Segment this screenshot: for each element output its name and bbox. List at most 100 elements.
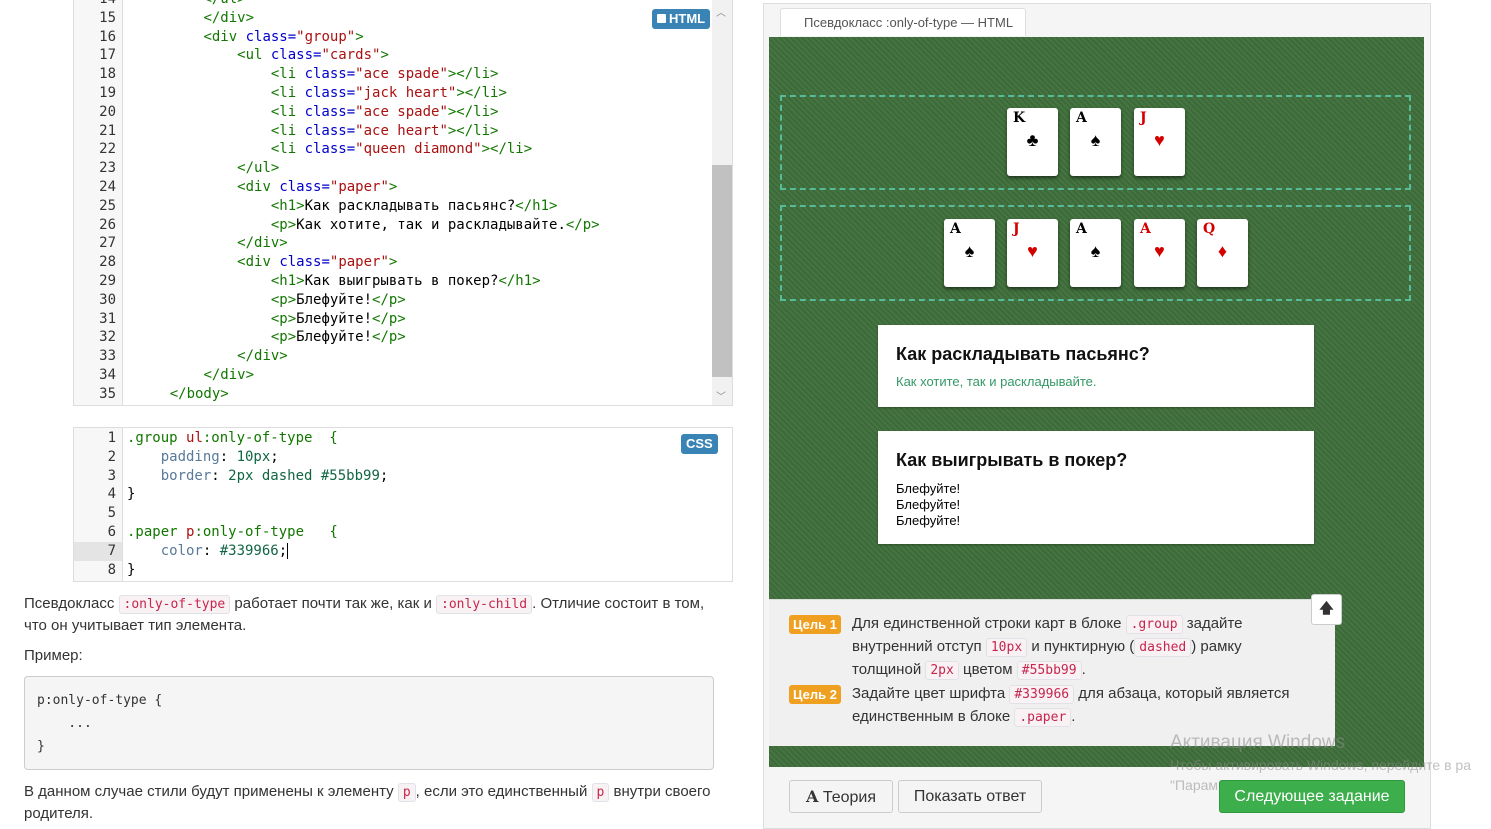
code-text: <p>Блефуйте!</p> bbox=[270, 329, 406, 346]
code-text: </ul> bbox=[136, 0, 245, 9]
code-text: <div class="paper"> bbox=[237, 179, 398, 195]
line-number: 14 bbox=[74, 0, 116, 9]
code-text: <div class="paper"> bbox=[237, 254, 398, 271]
goal-1-text: Для единственной строки карт в блоке .gr… bbox=[852, 615, 1243, 680]
line-number: 1 bbox=[107, 430, 116, 446]
scroll-up-icon[interactable]: ︿ bbox=[716, 4, 726, 19]
scroll-down-icon[interactable]: ﹀ bbox=[716, 388, 726, 403]
activation-watermark-title: Активация Windows bbox=[1170, 732, 1346, 753]
card-suit-icon: ♠ bbox=[1090, 130, 1101, 150]
card-suit-icon: ♦ bbox=[1217, 241, 1228, 261]
activation-watermark-text: Чтобы активировать Windows, перейдите в … bbox=[1170, 757, 1471, 773]
text-cursor bbox=[287, 542, 289, 559]
line-number: 4 bbox=[107, 486, 116, 503]
card-rank: Q bbox=[1203, 221, 1216, 237]
line-number: 32 bbox=[99, 329, 116, 346]
code-text: } bbox=[127, 561, 136, 578]
line-number: 7 bbox=[107, 542, 116, 559]
card-suit-icon: ♠ bbox=[1090, 241, 1101, 261]
line-number: 15 bbox=[99, 9, 116, 26]
example-code-block: p:only-of-type { ... } bbox=[24, 676, 714, 770]
code-text: <p>Блефуйте!</p> bbox=[270, 291, 406, 308]
code-text: <li class="ace spade"></li> bbox=[270, 66, 499, 83]
code-text: </body> bbox=[169, 385, 229, 402]
show-answer-button[interactable]: Показать ответ bbox=[898, 780, 1042, 813]
goal-2-badge: Цель 2 bbox=[789, 685, 841, 704]
line-number: 26 bbox=[99, 216, 116, 233]
line-number: 31 bbox=[99, 310, 116, 327]
line-number: 21 bbox=[99, 122, 116, 139]
activation-watermark-text: "Парам bbox=[1170, 777, 1219, 793]
code-text: <p>Блефуйте!</p> bbox=[270, 310, 406, 327]
line-number: 19 bbox=[99, 85, 116, 101]
goal-2-text: Задайте цвет шрифта #339966 для абзаца, … bbox=[852, 685, 1290, 727]
html-badge-label: HTML bbox=[669, 11, 706, 26]
paper-text: Блефуйте! bbox=[896, 497, 961, 512]
line-number: 22 bbox=[99, 141, 116, 158]
theory-button-label: Теория bbox=[822, 789, 877, 806]
line-number: 24 bbox=[99, 179, 116, 195]
theory-icon: A bbox=[805, 787, 819, 806]
code-text: </div> bbox=[203, 367, 255, 383]
code-text: <h1>Как раскладывать пасьянс?</h1> bbox=[270, 197, 558, 214]
next-task-button[interactable]: Следующее задание bbox=[1219, 780, 1405, 813]
code-text: padding: 10px; bbox=[127, 448, 279, 465]
example-line: ... bbox=[37, 716, 92, 731]
code-text: border: 2px dashed #55bb99; bbox=[127, 467, 389, 484]
css-badge-label: CSS bbox=[686, 436, 713, 451]
paper-title: Как раскладывать пасьянс? bbox=[896, 344, 1150, 364]
line-number: 6 bbox=[107, 524, 116, 540]
example-label: Пример: bbox=[24, 647, 83, 664]
code-text: </div> bbox=[203, 9, 255, 26]
paper-text: Как хотите, так и раскладывайте. bbox=[896, 374, 1097, 389]
playing-card: Q ♦ bbox=[1197, 219, 1248, 287]
line-number: 28 bbox=[99, 254, 116, 271]
line-number: 17 bbox=[99, 47, 116, 64]
card-rank: K bbox=[1013, 110, 1026, 126]
paper-1: Как раскладывать пасьянс? Как хотите, та… bbox=[878, 325, 1314, 407]
card-rank: A bbox=[950, 221, 961, 237]
line-number: 16 bbox=[99, 28, 116, 45]
code-text: <li class="ace heart"></li> bbox=[270, 122, 499, 139]
scrollbar-thumb[interactable] bbox=[712, 165, 732, 377]
line-number: 35 bbox=[99, 385, 116, 402]
playing-card: A ♥ bbox=[1134, 219, 1185, 287]
css-editor[interactable]: 1 .group ul:only-of-type {2 padding: 10px… bbox=[73, 427, 733, 582]
card-suit-icon: ♥ bbox=[1154, 241, 1165, 261]
code-text: </div> bbox=[237, 348, 288, 365]
paper-text: Блефуйте! bbox=[896, 481, 961, 496]
line-number: 8 bbox=[107, 561, 116, 578]
code-text: <div class="group"> bbox=[203, 28, 364, 45]
line-number: 18 bbox=[99, 66, 116, 83]
preview-tab[interactable]: Псевдокласс :only-of-type — HTML bbox=[780, 8, 1026, 36]
theory-button[interactable]: A Теория bbox=[789, 780, 893, 813]
line-number: 27 bbox=[99, 235, 116, 252]
code-text: </div> bbox=[237, 235, 288, 252]
code-text: <p>Как хотите, так и раскладывайте.</p> bbox=[270, 216, 600, 233]
card-suit-icon: ♣ bbox=[1026, 130, 1039, 150]
code-text: <li class="ace spade"></li> bbox=[270, 103, 499, 120]
line-number: 30 bbox=[99, 291, 116, 308]
html-editor[interactable]: 14 </ul> 15 </div> 16 <div class="group"> 1… bbox=[73, 0, 733, 406]
card-suit-icon: ♠ bbox=[964, 241, 975, 261]
card-suit-icon: ♥ bbox=[1154, 130, 1165, 150]
code-text: color: #339966; bbox=[127, 542, 289, 559]
card-suit-icon: ♥ bbox=[1027, 241, 1038, 261]
collapse-goals-button[interactable]: 🡅 bbox=[1311, 594, 1342, 625]
html-editor-scrollbar[interactable]: ︿ ﹀ bbox=[712, 0, 732, 405]
line-number: 25 bbox=[99, 197, 116, 214]
code-text: } bbox=[127, 486, 136, 503]
code-text: <ul class="cards"> bbox=[237, 47, 389, 64]
inline-code: p bbox=[397, 783, 416, 802]
line-number: 29 bbox=[99, 273, 116, 289]
line-number: 5 bbox=[107, 505, 116, 522]
card-rank: A bbox=[1076, 221, 1087, 237]
arrow-up-icon: 🡅 bbox=[1319, 600, 1334, 616]
playing-card: K ♣ bbox=[1007, 108, 1058, 176]
code-text: </ul> bbox=[237, 160, 280, 177]
code-text: .paper p:only-of-type { bbox=[127, 524, 338, 540]
description-paragraph-2: В данном случае стили будут применены к … bbox=[24, 783, 711, 822]
goal-1-badge: Цель 1 bbox=[789, 615, 841, 634]
inline-code: p bbox=[591, 783, 610, 802]
card-rank: J bbox=[1013, 221, 1020, 237]
